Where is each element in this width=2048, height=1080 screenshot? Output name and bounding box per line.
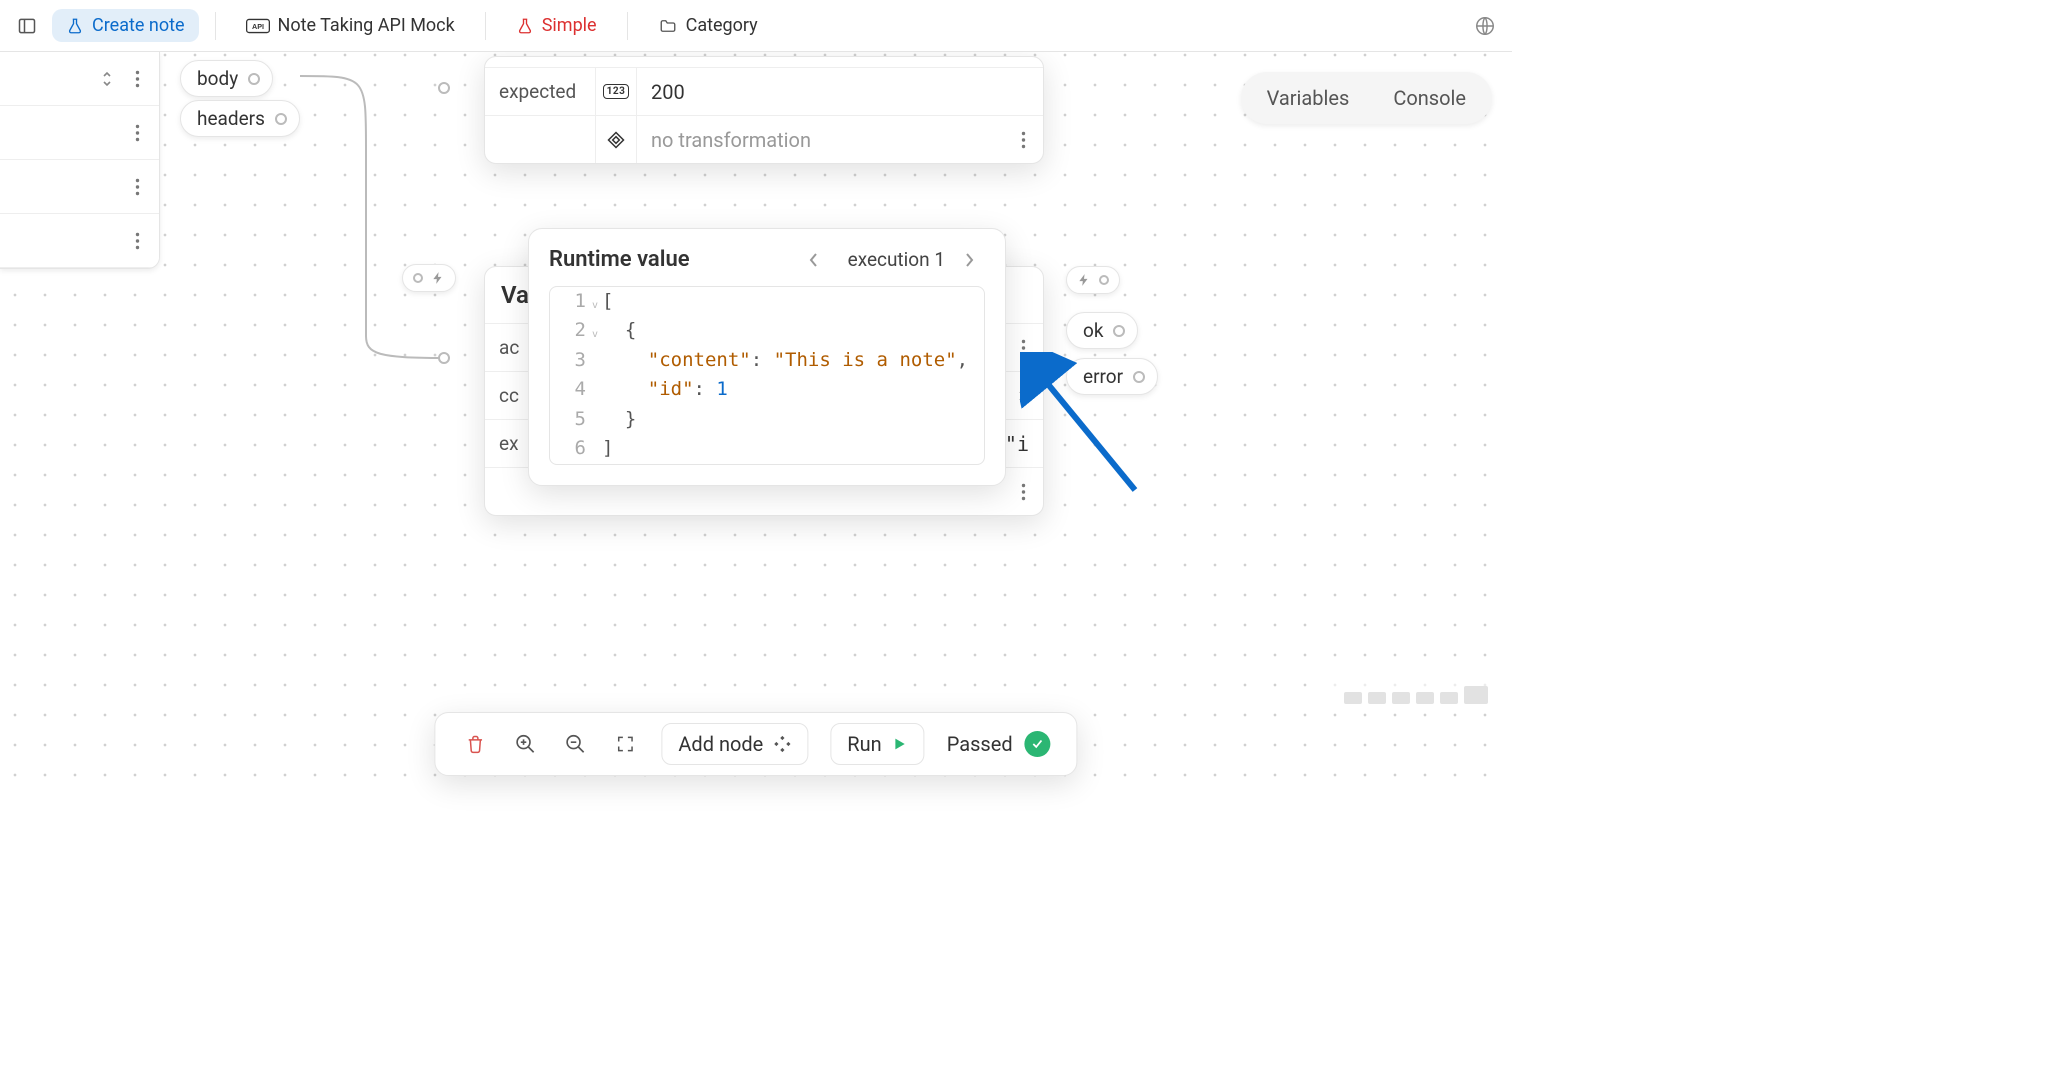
popover-title: Runtime value: [549, 247, 690, 272]
bolt-icon: [1077, 271, 1091, 289]
execution-label: execution 1: [848, 248, 945, 271]
tab-label: Create note: [92, 15, 185, 36]
port-dot[interactable]: [1133, 371, 1145, 383]
output-pill-headers[interactable]: headers: [180, 100, 300, 137]
bottom-toolbar: Add node Run Passed: [434, 712, 1077, 776]
updown-icon[interactable]: [97, 66, 117, 92]
status-label: Passed: [947, 732, 1013, 756]
tab-label: Note Taking API Mock: [278, 15, 455, 36]
kebab-icon[interactable]: [125, 67, 149, 91]
type-number-icon: 123: [595, 68, 637, 115]
top-bar: Create note API Note Taking API Mock Sim…: [0, 0, 1512, 52]
tab-label: Simple: [542, 15, 597, 36]
output-pill-ok[interactable]: ok: [1066, 312, 1138, 349]
code-viewer[interactable]: 1v[2v {3 "content": "This is a note",4 "…: [549, 286, 985, 465]
pill-label: error: [1083, 365, 1123, 388]
button-label: Add node: [678, 732, 763, 756]
minimap[interactable]: [1324, 662, 1494, 710]
pill-label: headers: [197, 107, 265, 130]
zoom-out-icon[interactable]: [561, 730, 589, 758]
status-group: Passed: [947, 731, 1051, 757]
tab-label: Category: [686, 15, 758, 36]
edge-path: [296, 68, 466, 368]
separator: [627, 12, 628, 40]
svg-text:API: API: [252, 22, 264, 31]
seg-variables[interactable]: Variables: [1245, 76, 1372, 120]
seg-console[interactable]: Console: [1371, 76, 1488, 120]
flask-icon: [66, 17, 84, 35]
pill-label: ok: [1083, 319, 1103, 342]
play-icon: [892, 735, 908, 753]
node-trigger-pill-right[interactable]: [1066, 266, 1120, 294]
transform-icon[interactable]: [595, 116, 637, 163]
output-pill-body[interactable]: body: [180, 60, 273, 97]
tab-category[interactable]: Category: [644, 9, 772, 42]
tab-simple[interactable]: Simple: [502, 9, 611, 42]
left-panel-fragment: [0, 52, 160, 269]
chevron-right-icon[interactable]: [963, 251, 985, 269]
tab-create-note[interactable]: Create note: [52, 9, 199, 42]
sidebar-toggle-icon[interactable]: [10, 9, 44, 43]
port-dot[interactable]: [1113, 325, 1125, 337]
api-icon: API: [246, 18, 270, 34]
kebab-icon[interactable]: [1011, 480, 1035, 504]
expected-value[interactable]: 200: [637, 68, 1043, 115]
variables-console-toggle[interactable]: Variables Console: [1241, 72, 1492, 124]
tab-api-mock[interactable]: API Note Taking API Mock: [232, 9, 469, 42]
expected-panel: expected 123 200 no transformation: [484, 56, 1044, 164]
globe-icon[interactable]: [1468, 9, 1502, 43]
runtime-value-popover: Runtime value execution 1 1v[2v {3 "cont…: [528, 228, 1006, 486]
row-label-expected: expected: [485, 68, 595, 115]
zoom-in-icon[interactable]: [511, 730, 539, 758]
updown-icon[interactable]: [1013, 383, 1033, 409]
check-circle-icon: [1025, 731, 1051, 757]
folder-icon: [658, 17, 678, 35]
trash-icon[interactable]: [461, 730, 489, 758]
add-node-button[interactable]: Add node: [661, 723, 808, 765]
kebab-icon[interactable]: [125, 229, 149, 253]
kebab-icon[interactable]: [125, 175, 149, 199]
diamond-grid-icon: [773, 735, 791, 753]
kebab-icon[interactable]: [1011, 336, 1035, 360]
run-button[interactable]: Run: [830, 723, 924, 765]
button-label: Run: [847, 732, 881, 756]
output-pill-error[interactable]: error: [1066, 358, 1158, 395]
transform-placeholder[interactable]: no transformation: [637, 116, 1003, 163]
kebab-icon[interactable]: [125, 121, 149, 145]
pill-label: body: [197, 67, 238, 90]
fit-icon[interactable]: [611, 730, 639, 758]
kebab-icon[interactable]: [1011, 128, 1035, 152]
separator: [215, 12, 216, 40]
flask-icon: [516, 17, 534, 35]
port-dot[interactable]: [248, 73, 260, 85]
port-dot[interactable]: [275, 113, 287, 125]
chevron-left-icon[interactable]: [808, 251, 830, 269]
separator: [485, 12, 486, 40]
port-dot[interactable]: [1099, 275, 1109, 285]
